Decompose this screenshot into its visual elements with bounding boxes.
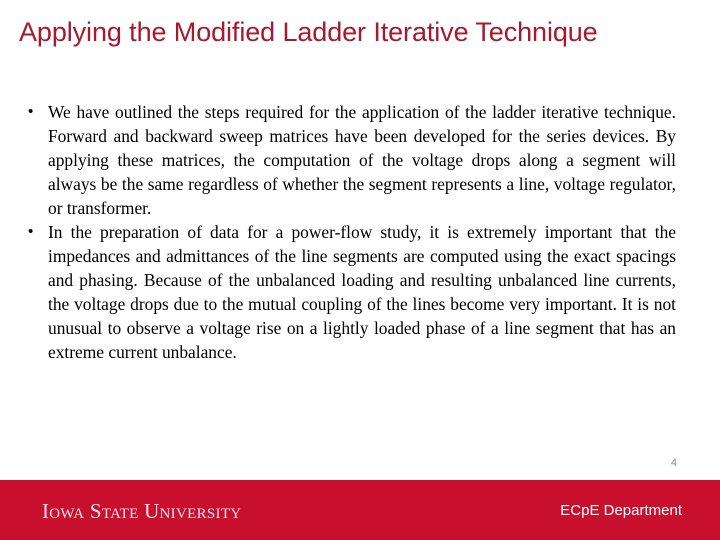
bullet-text: We have outlined the steps required for …	[48, 102, 676, 218]
bullet-item: • We have outlined the steps required fo…	[28, 100, 676, 220]
bullet-list: • We have outlined the steps required fo…	[28, 100, 676, 364]
university-logo: Iowa State University	[42, 499, 242, 523]
footer-band: Iowa State University ECpE Department	[0, 480, 720, 540]
slide: Applying the Modified Ladder Iterative T…	[0, 0, 720, 540]
page-number: 4	[670, 457, 677, 469]
department-label: ECpE Department	[560, 502, 682, 519]
bullet-icon: •	[28, 103, 34, 120]
slide-title: Applying the Modified Ladder Iterative T…	[19, 17, 598, 47]
bullet-item: • In the preparation of data for a power…	[28, 220, 676, 364]
bullet-icon: •	[28, 223, 34, 240]
bullet-text: In the preparation of data for a power-f…	[48, 222, 676, 362]
